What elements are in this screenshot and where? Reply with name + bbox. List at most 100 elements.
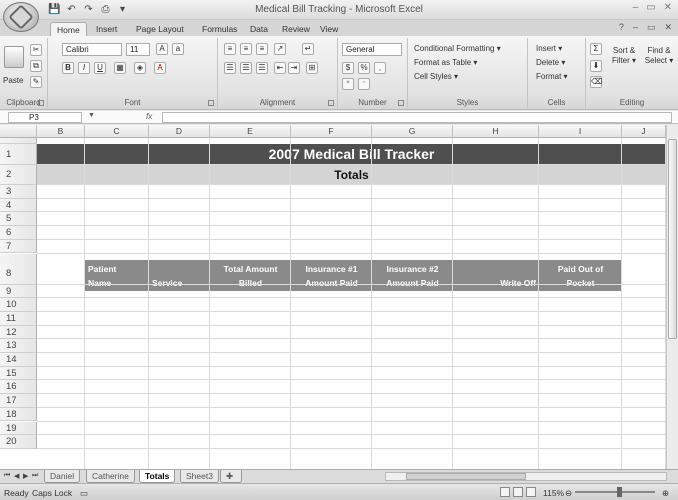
column-header-e[interactable]: E bbox=[210, 125, 291, 138]
number-launcher-icon[interactable] bbox=[398, 100, 404, 106]
name-box[interactable]: P3 bbox=[8, 112, 82, 123]
row-header-14[interactable]: 14 bbox=[0, 353, 37, 367]
align-bottom-icon[interactable]: ≡ bbox=[256, 43, 268, 55]
sheet-tab-catherine[interactable]: Catherine bbox=[86, 470, 135, 483]
row-header-13[interactable]: 13 bbox=[0, 339, 37, 353]
insert-cells-button[interactable]: Insert ▾ bbox=[536, 44, 562, 53]
prev-sheet-icon[interactable]: ◀ bbox=[14, 472, 19, 480]
row-header-8[interactable]: 8 bbox=[0, 253, 37, 285]
row-header-11[interactable]: 11 bbox=[0, 311, 37, 326]
help-icon[interactable]: ? bbox=[619, 22, 624, 33]
sheet-tab-sheet3[interactable]: Sheet3 bbox=[180, 470, 219, 483]
cell-styles-button[interactable]: Cell Styles ▾ bbox=[414, 72, 458, 81]
increase-indent-icon[interactable]: ⇥ bbox=[288, 62, 300, 74]
percent-button[interactable]: % bbox=[358, 62, 370, 74]
row-header-10[interactable]: 10 bbox=[0, 298, 37, 312]
vertical-scrollbar[interactable] bbox=[666, 125, 678, 469]
row-header-9[interactable]: 9 bbox=[0, 284, 37, 299]
align-top-icon[interactable]: ≡ bbox=[224, 43, 236, 55]
font-name-select[interactable]: Calibri bbox=[62, 43, 122, 56]
sheet-tab-daniel[interactable]: Daniel bbox=[44, 470, 81, 483]
clipboard-launcher-icon[interactable] bbox=[38, 100, 44, 106]
format-cells-button[interactable]: Format ▾ bbox=[536, 72, 568, 81]
increase-decimal-icon[interactable]: ⁺ bbox=[342, 78, 354, 90]
copy-icon[interactable]: ⧉ bbox=[30, 60, 42, 72]
vertical-scroll-thumb[interactable] bbox=[668, 139, 677, 339]
office-button[interactable] bbox=[3, 2, 39, 32]
tab-insert[interactable]: Insert bbox=[96, 22, 117, 36]
decrease-indent-icon[interactable]: ⇤ bbox=[274, 62, 286, 74]
ribbon-close-icon[interactable]: ✕ bbox=[664, 22, 672, 33]
currency-button[interactable]: $ bbox=[342, 62, 354, 74]
zoom-slider[interactable] bbox=[575, 491, 655, 493]
table-header-cell[interactable]: Insurance #1Amount Paid bbox=[294, 260, 369, 291]
bold-button[interactable]: B bbox=[62, 62, 74, 74]
row-header-20[interactable]: 20 bbox=[0, 435, 37, 449]
row-header-2[interactable]: 2 bbox=[0, 165, 37, 185]
table-header-cell[interactable]: Insurance #2Amount Paid bbox=[375, 260, 450, 291]
autosum-button[interactable]: Σ bbox=[590, 43, 602, 55]
underline-button[interactable]: U bbox=[94, 62, 106, 74]
align-left-icon[interactable]: ☰ bbox=[224, 62, 236, 74]
table-header-cell[interactable]: PatientName bbox=[88, 260, 146, 291]
close-icon[interactable]: ✕ bbox=[664, 2, 672, 13]
zoom-level[interactable]: 115% bbox=[543, 488, 564, 498]
merge-center-icon[interactable]: ⊞ bbox=[306, 62, 318, 74]
zoom-in-icon[interactable]: ⊕ bbox=[662, 488, 669, 499]
row-header-3[interactable]: 3 bbox=[0, 185, 37, 199]
first-sheet-icon[interactable]: ⏮ bbox=[4, 472, 10, 480]
next-sheet-icon[interactable]: ▶ bbox=[23, 472, 28, 480]
delete-cells-button[interactable]: Delete ▾ bbox=[536, 58, 565, 67]
fill-color-icon[interactable]: ◈ bbox=[134, 62, 146, 74]
insert-function-button[interactable]: fx bbox=[146, 112, 152, 121]
fill-icon[interactable]: ⬇ bbox=[590, 60, 602, 72]
worksheet-grid[interactable]: 2007 Medical Bill Tracker Totals Patient… bbox=[0, 125, 678, 469]
row-header-6[interactable]: 6 bbox=[0, 226, 37, 240]
page-break-view-icon[interactable] bbox=[526, 487, 536, 497]
zoom-slider-knob[interactable] bbox=[617, 487, 622, 497]
table-header-cell[interactable]: Paid Out ofPocket bbox=[542, 260, 619, 291]
font-launcher-icon[interactable] bbox=[208, 100, 214, 106]
table-header-cell[interactable]: Service bbox=[152, 260, 207, 291]
find-select-button[interactable]: Find & Select ▾ bbox=[642, 46, 676, 66]
tab-page-layout[interactable]: Page Layout bbox=[136, 22, 184, 36]
tab-data[interactable]: Data bbox=[250, 22, 268, 36]
column-header-j[interactable]: J bbox=[622, 125, 666, 138]
orientation-icon[interactable]: ↗ bbox=[274, 43, 286, 55]
tab-home[interactable]: Home bbox=[50, 22, 87, 36]
format-as-table-button[interactable]: Format as Table ▾ bbox=[414, 58, 477, 67]
column-header-h[interactable]: H bbox=[453, 125, 539, 138]
row-header-15[interactable]: 15 bbox=[0, 366, 37, 381]
insert-sheet-icon[interactable]: ✚ bbox=[220, 470, 242, 483]
row-header-12[interactable]: 12 bbox=[0, 325, 37, 340]
borders-icon[interactable]: ▦ bbox=[114, 62, 126, 74]
column-header-b[interactable]: B bbox=[37, 125, 85, 138]
align-right-icon[interactable]: ☰ bbox=[256, 62, 268, 74]
name-box-dropdown-icon[interactable]: ▼ bbox=[88, 112, 95, 119]
zoom-out-icon[interactable]: ⊖ bbox=[565, 488, 572, 499]
column-header-i[interactable]: I bbox=[539, 125, 622, 138]
font-color-icon[interactable]: A bbox=[154, 62, 166, 74]
paste-button[interactable]: Paste bbox=[3, 76, 23, 85]
column-header-d[interactable]: D bbox=[149, 125, 210, 138]
normal-view-icon[interactable] bbox=[500, 487, 510, 497]
column-header-f[interactable]: F bbox=[291, 125, 372, 138]
row-header-1[interactable]: 1 bbox=[0, 144, 37, 165]
tab-view[interactable]: View bbox=[320, 22, 338, 36]
align-center-icon[interactable]: ☰ bbox=[240, 62, 252, 74]
clear-icon[interactable]: ⌫ bbox=[590, 76, 602, 88]
italic-button[interactable]: I bbox=[78, 62, 90, 74]
formula-input[interactable] bbox=[162, 112, 672, 123]
decrease-decimal-icon[interactable]: ⁻ bbox=[358, 78, 370, 90]
tab-review[interactable]: Review bbox=[282, 22, 310, 36]
row-header-7[interactable]: 7 bbox=[0, 239, 37, 254]
select-all-corner[interactable] bbox=[0, 125, 37, 138]
column-header-c[interactable]: C bbox=[85, 125, 149, 138]
alignment-launcher-icon[interactable] bbox=[328, 100, 334, 106]
sort-filter-button[interactable]: Sort & Filter ▾ bbox=[608, 46, 640, 66]
maximize-icon[interactable]: ▭ bbox=[646, 2, 655, 13]
tab-formulas[interactable]: Formulas bbox=[202, 22, 237, 36]
ribbon-minimize-icon[interactable]: – bbox=[633, 22, 638, 33]
ribbon-restore-icon[interactable]: ▭ bbox=[647, 22, 656, 33]
table-header-cell[interactable]: Total AmountBilled bbox=[213, 260, 288, 291]
